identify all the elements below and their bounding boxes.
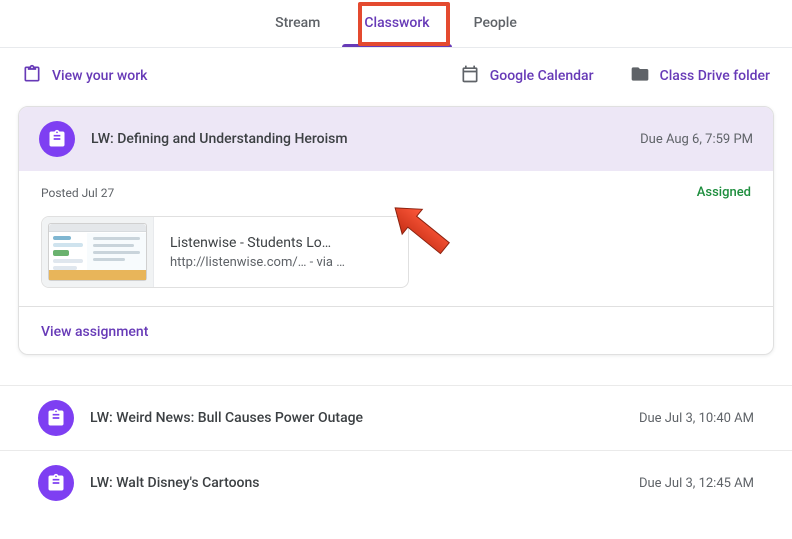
calendar-label: Google Calendar [490,68,594,84]
tab-stream[interactable]: Stream [253,0,342,47]
tab-people[interactable]: People [452,0,539,47]
calendar-icon [460,64,480,88]
assignment-card-footer: View assignment [19,306,773,354]
assignment-meta-row: Posted Jul 27 Assigned [41,185,751,216]
view-your-work-link[interactable]: View your work [18,58,151,94]
tab-people-label: People [474,15,517,31]
tab-bar: Stream Classwork People [0,0,792,48]
status-badge: Assigned [697,185,751,200]
assignment-badge-icon [22,64,42,88]
assignment-row-title: LW: Weird News: Bull Causes Power Outage [90,410,639,426]
view-your-work-label: View your work [52,68,147,84]
drive-label: Class Drive folder [660,68,770,84]
assignment-row[interactable]: LW: Walt Disney's Cartoons Due Jul 3, 12… [0,450,792,515]
clipboard-icon [39,121,75,157]
assignment-row-title: LW: Walt Disney's Cartoons [90,475,639,491]
assignment-row-due: Due Jul 3, 12:45 AM [639,476,754,491]
attachment-card[interactable]: Listenwise - Students Lo… http://listenw… [41,216,409,288]
clipboard-icon [38,465,74,501]
attachment-title: Listenwise - Students Lo… [170,235,345,251]
tab-stream-label: Stream [275,15,320,31]
tab-classwork[interactable]: Classwork [342,0,451,47]
assignment-posted: Posted Jul 27 [41,186,697,200]
folder-icon [630,64,650,88]
attachment-info: Listenwise - Students Lo… http://listenw… [154,235,361,270]
assignment-card-expanded: LW: Defining and Understanding Heroism D… [18,106,774,355]
assignment-due: Due Aug 6, 7:59 PM [640,132,753,147]
google-calendar-link[interactable]: Google Calendar [456,58,598,94]
actions-row: View your work Google Calendar Class Dri… [0,48,792,104]
attachment-thumbnail [42,217,154,287]
assignment-card-body: Posted Jul 27 Assigned [19,171,773,306]
assignment-row[interactable]: LW: Weird News: Bull Causes Power Outage… [0,385,792,450]
attachment-subtext: http://listenwise.com/… - via … [170,255,345,270]
view-assignment-link[interactable]: View assignment [41,324,148,340]
class-drive-folder-link[interactable]: Class Drive folder [626,58,774,94]
assignment-row-due: Due Jul 3, 10:40 AM [639,411,754,426]
tab-classwork-label: Classwork [364,15,429,31]
assignment-title: LW: Defining and Understanding Heroism [91,131,640,147]
clipboard-icon [38,400,74,436]
assignment-card-header[interactable]: LW: Defining and Understanding Heroism D… [19,107,773,171]
